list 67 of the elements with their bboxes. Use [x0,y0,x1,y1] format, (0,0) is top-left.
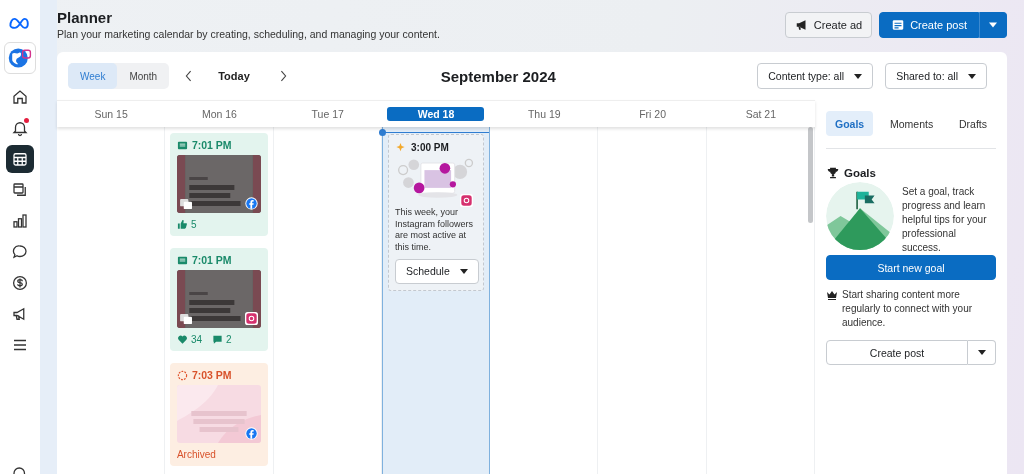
tip-text: Start sharing content more regularly to connect with your audience. [842,288,974,330]
suggestion-text: This week, your Instagram followers are most active at this time. [395,207,474,254]
post-time: 7:03 PM [191,369,232,381]
post-status: Archived [176,449,217,460]
dollar-icon [11,273,29,292]
post-card[interactable]: 7:01 PM 34 2 [169,248,268,351]
schedule-button[interactable]: Schedule [395,258,479,284]
goals-heading: Goals [844,167,876,179]
sparkle-icon [395,142,406,153]
reaction-count: 5 [176,219,197,230]
chat-bubble-icon [11,242,29,261]
stacked-pages-icon [11,180,29,199]
crown-icon [826,289,838,301]
nav-item[interactable] [6,144,34,173]
megaphone-icon [794,18,809,32]
carousel-icon [179,199,193,210]
caret-icon [854,73,863,79]
chevron-right-icon [279,70,287,82]
page-subtitle: Plan your marketing calendar by creating, scheduling, and managing your content. [57,28,441,40]
day-header[interactable]: Tue 17 [311,107,344,121]
filter-dropdown[interactable]: Content type: all [757,63,874,89]
view-tab[interactable]: Month [117,63,170,89]
panel-tab[interactable]: Drafts [949,111,996,136]
meta-logo[interactable] [8,16,32,29]
goals-description: Set a goal, track progress and learn helpful tips for your professional success. [902,185,988,255]
filter-dropdown[interactable]: Shared to: all [885,63,987,89]
view-tab[interactable]: Week [68,63,118,89]
create-post-button[interactable]: Create post [826,340,968,365]
period-title: September 2024 [440,67,556,85]
create-ad-button[interactable]: Create ad [784,12,873,38]
scrollbar[interactable] [808,127,813,223]
day-header[interactable]: Sun 15 [94,107,128,121]
account-avatar[interactable] [4,42,36,74]
post-icon [891,18,906,32]
comment-icon [212,334,224,345]
suggested-time: 3:00 PM [411,142,449,153]
caret-icon [460,268,468,274]
day-header[interactable]: Wed 18 [387,107,485,121]
post-card[interactable]: 7:03 PM Archived [169,363,268,466]
day-header[interactable]: Sat 21 [745,107,776,121]
panel-tab[interactable]: Goals [826,111,874,136]
post-time: 7:01 PM [191,139,232,151]
panel-tab[interactable]: Moments [881,111,943,136]
trophy-icon [826,166,840,180]
loading-ring-icon [176,369,188,381]
notification-dot [24,117,29,123]
caret-icon [977,350,986,355]
page-title: Planner [57,9,114,26]
thumbs-up-icon [176,219,188,230]
post-card[interactable]: 7:01 PM 5 [169,133,268,236]
post-time: 7:01 PM [191,254,232,266]
today-button[interactable]: Today [204,66,264,86]
start-new-goal-button[interactable]: Start new goal [826,255,996,280]
post-icon [176,139,188,151]
chevron-left-icon [185,70,193,82]
carousel-icon [179,314,193,325]
day-header[interactable]: Mon 16 [201,107,237,121]
caret-icon [968,73,976,79]
reaction-count: 34 [176,334,203,345]
caret-icon [989,22,997,28]
reaction-count: 2 [212,334,232,345]
day-header[interactable]: Fri 20 [639,107,666,121]
post-icon [176,254,188,266]
day-header[interactable]: Thu 19 [527,107,561,121]
bar-chart-icon [11,211,29,230]
create-post-button[interactable]: Create post [879,12,979,38]
heart-icon [176,334,188,345]
